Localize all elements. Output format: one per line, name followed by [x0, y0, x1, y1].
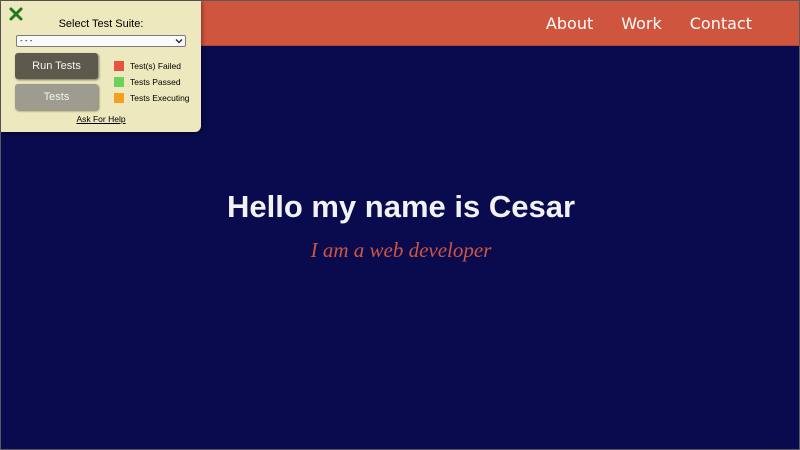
test-status-legend: Test(s) Failed Tests Passed Tests Execut…: [114, 58, 190, 106]
legend-item-passed: Tests Passed: [114, 74, 190, 90]
hero-section: Hello my name is Cesar I am a web develo…: [1, 187, 800, 263]
nav-link-about[interactable]: About: [546, 14, 593, 33]
passed-swatch: [114, 77, 124, 87]
select-suite-label: Select Test Suite:: [58, 18, 144, 30]
test-suite-select[interactable]: - - -: [16, 35, 186, 47]
hero-subtitle: I am a web developer: [310, 238, 492, 262]
nav-link-contact[interactable]: Contact: [690, 14, 752, 33]
run-tests-button[interactable]: Run Tests: [15, 53, 98, 79]
legend-item-executing: Tests Executing: [114, 90, 190, 106]
failed-swatch: [114, 61, 124, 71]
legend-label-failed: Test(s) Failed: [130, 61, 182, 71]
test-suite-select-value: - - -: [20, 36, 33, 45]
chevron-down-icon: [175, 39, 183, 44]
tests-button[interactable]: Tests: [15, 84, 98, 110]
nav-links: About Work Contact: [546, 1, 752, 45]
page: About Work Contact Hello my name is Cesa…: [0, 0, 800, 450]
hero-title: Hello my name is Cesar: [226, 189, 576, 224]
nav-link-work[interactable]: Work: [621, 14, 662, 33]
executing-swatch: [114, 93, 124, 103]
legend-label-executing: Tests Executing: [130, 93, 190, 103]
test-suite-panel: Select Test Suite: - - - Run Tests Tests…: [1, 1, 201, 132]
legend-label-passed: Tests Passed: [130, 77, 181, 87]
ask-for-help-link[interactable]: Ask For Help: [1, 114, 201, 124]
legend-item-failed: Test(s) Failed: [114, 58, 190, 74]
